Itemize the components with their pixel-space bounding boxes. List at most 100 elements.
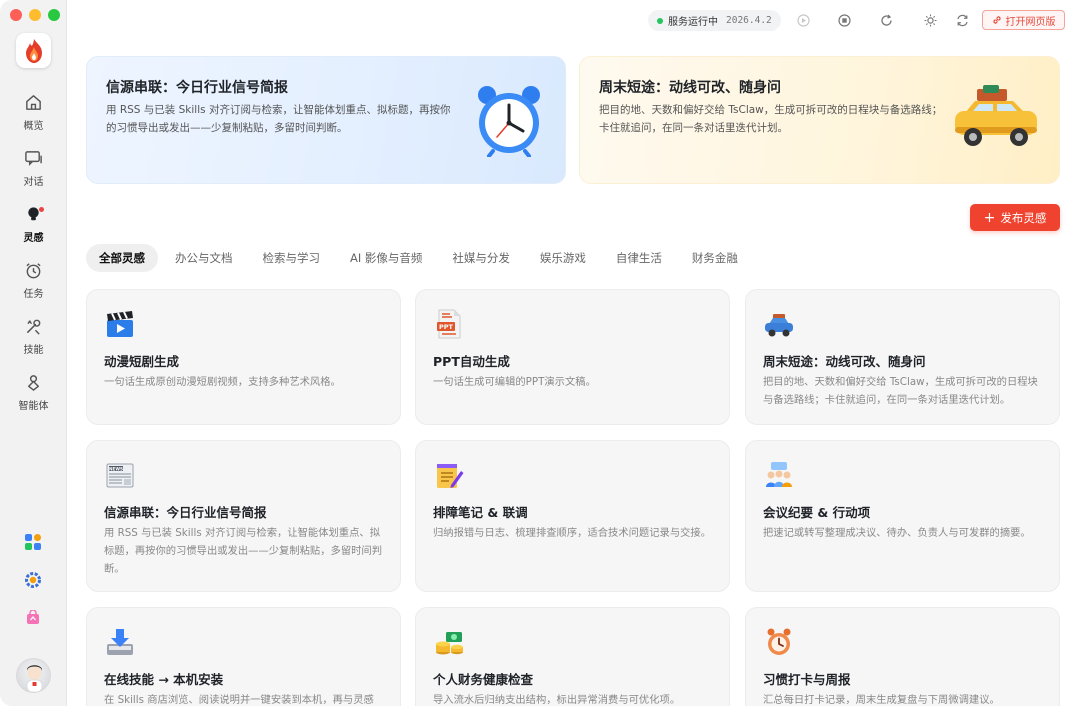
sidebar: 概览 对话 灵感 任务 技能 智能体 <box>0 0 67 706</box>
card-title: PPT自动生成 <box>433 354 510 369</box>
newspaper-icon: NEWS <box>106 463 134 488</box>
car-icon <box>765 314 793 337</box>
notepad-pencil-icon <box>437 464 464 488</box>
chat-icon <box>25 151 42 166</box>
tab-ai-media[interactable]: AI 影像与音频 <box>337 244 435 272</box>
alarm-clock-icon <box>767 628 791 655</box>
banner-weekend-trip[interactable]: 周末短途：动线可改、随身问 把目的地、天数和偏好交给 TsClaw，生成可拆可改… <box>579 56 1060 184</box>
publish-inspiration-button[interactable]: + 发布灵感 <box>970 204 1060 231</box>
tab-all[interactable]: 全部灵感 <box>86 244 158 272</box>
pause-icon[interactable] <box>836 12 852 28</box>
svg-text:NEWS: NEWS <box>109 466 123 471</box>
tab-office-docs[interactable]: 办公与文档 <box>162 244 246 272</box>
link-icon <box>992 16 1001 24</box>
service-status-badge: 服务运行中 2026.4.2 <box>648 10 781 31</box>
tab-lifestyle[interactable]: 自律生活 <box>603 244 675 272</box>
card-description: 一句话生成原创动漫短剧视频，支持多种艺术风格。 <box>104 376 341 388</box>
publish-label: 发布灵感 <box>1000 210 1047 225</box>
alarm-clock-icon <box>478 86 540 157</box>
clock-icon <box>26 263 41 279</box>
card-description: 把速记或转写整理成决议、待办、负责人与可发群的摘要。 <box>763 527 1031 539</box>
sidebar-item-label: 任务 <box>23 289 44 300</box>
card-title: 个人财务健康检查 <box>433 672 534 687</box>
agent-icon <box>28 375 39 391</box>
card-description: 一句话生成可编辑的PPT演示文稿。 <box>433 376 596 388</box>
sidebar-item-chat[interactable]: 对话 <box>0 149 67 201</box>
tools-icon <box>27 319 41 335</box>
banner-title: 周末短途：动线可改、随身问 <box>599 80 781 96</box>
version-label: 2026.4.2 <box>726 15 772 26</box>
card-skill-install[interactable]: 在线技能 → 本机安装 在 Skills 商店浏览、阅读说明并一键安装到本机，再… <box>86 607 401 706</box>
home-icon <box>26 95 41 110</box>
open-web-button[interactable]: 打开网页版 <box>982 10 1065 30</box>
sync-icon[interactable] <box>954 12 970 28</box>
apps-grid-icon[interactable] <box>23 532 43 552</box>
card-ppt-generation[interactable]: PPT PPT自动生成 一句话生成可编辑的PPT演示文稿。 <box>415 289 730 425</box>
close-window-button[interactable] <box>10 9 22 21</box>
card-title: 动漫短剧生成 <box>104 354 180 369</box>
sidebar-item-skills[interactable]: 技能 <box>0 317 67 369</box>
open-web-label: 打开网页版 <box>1005 16 1056 28</box>
zoom-window-button[interactable] <box>48 9 60 21</box>
tab-social[interactable]: 社媒与分发 <box>439 244 523 272</box>
avatar-illustration-icon <box>26 665 43 692</box>
sidebar-item-label: 技能 <box>23 345 44 356</box>
sidebar-item-agents[interactable]: 智能体 <box>0 373 67 425</box>
ppt-file-icon: PPT <box>437 309 461 339</box>
theme-sun-icon[interactable] <box>922 12 938 28</box>
sidebar-item-label: 概览 <box>23 121 44 132</box>
card-title: 会议纪要 & 行动项 <box>763 505 871 520</box>
store-bag-icon[interactable] <box>23 608 43 628</box>
notification-dot <box>39 207 44 212</box>
card-title: 周末短途：动线可改、随身问 <box>763 354 926 369</box>
card-description: 用 RSS 与已装 Skills 对齐订阅与检索，让智能体划重点、拟标题，再按你… <box>104 527 383 575</box>
flame-logo-icon <box>25 38 42 63</box>
banner-description: 把目的地、天数和偏好交给 TsClaw，生成可拆可改的日程块与备选路线；卡住就追… <box>599 104 943 134</box>
app-window: 概览 对话 灵感 任务 技能 智能体 服务运行中 2026.4.2 打开网页版 … <box>0 0 1080 706</box>
sidebar-item-inspiration[interactable]: 灵感 <box>0 205 67 257</box>
meeting-people-icon <box>766 462 792 487</box>
tab-entertainment[interactable]: 娱乐游戏 <box>527 244 599 272</box>
svg-text:PPT: PPT <box>439 323 454 331</box>
card-title: 排障笔记 & 联调 <box>433 505 528 520</box>
category-tabs: 全部灵感 办公与文档 检索与学习 AI 影像与音频 社媒与分发 娱乐游戏 自律生… <box>86 244 755 272</box>
clapperboard-icon <box>107 311 133 337</box>
status-text: 服务运行中 <box>668 17 718 28</box>
card-description: 汇总每日打卡记录，周末生成复盘与下周微调建议。 <box>763 694 1000 706</box>
sidebar-item-label: 对话 <box>23 177 44 188</box>
sidebar-item-label: 智能体 <box>18 401 49 412</box>
top-toolbar: 服务运行中 2026.4.2 打开网页版 <box>67 0 1080 40</box>
tab-search-learning[interactable]: 检索与学习 <box>250 244 334 272</box>
money-coins-icon <box>436 632 463 655</box>
card-habit-tracking[interactable]: 习惯打卡与周报 汇总每日打卡记录，周末生成复盘与下周微调建议。 <box>745 607 1060 706</box>
banner-description: 用 RSS 与已装 Skills 对齐订阅与检索，让智能体划重点、拟标题，再按你… <box>106 104 451 134</box>
sidebar-item-overview[interactable]: 概览 <box>0 93 67 145</box>
download-tray-icon <box>107 629 133 655</box>
refresh-icon[interactable] <box>878 12 894 28</box>
card-weekend-trip[interactable]: 周末短途：动线可改、随身问 把目的地、天数和偏好交给 TsClaw，生成可拆可改… <box>745 289 1060 425</box>
card-meeting-minutes[interactable]: 会议纪要 & 行动项 把速记或转写整理成决议、待办、负责人与可发群的摘要。 <box>745 440 1060 592</box>
card-description: 归纳报错与日志、梳理排查顺序，适合技术问题记录与交接。 <box>433 527 712 539</box>
banner-news-briefing[interactable]: 信源串联：今日行业信号简报 用 RSS 与已装 Skills 对齐订阅与检索，让… <box>86 56 566 184</box>
app-logo[interactable] <box>16 33 51 68</box>
stop-icon[interactable] <box>795 12 811 28</box>
car-with-luggage-icon <box>955 85 1037 146</box>
user-avatar[interactable] <box>16 658 51 693</box>
sidebar-item-label: 灵感 <box>23 233 44 244</box>
card-finance-check[interactable]: 个人财务健康检查 导入流水后归纳支出结构，标出异常消费与可优化项。 <box>415 607 730 706</box>
plus-icon: + <box>983 209 996 226</box>
card-news-briefing[interactable]: NEWS 信源串联：今日行业信号简报 用 RSS 与已装 Skills 对齐订阅… <box>86 440 401 592</box>
card-troubleshoot-notes[interactable]: 排障笔记 & 联调 归纳报错与日志、梳理排查顺序，适合技术问题记录与交接。 <box>415 440 730 592</box>
card-title: 在线技能 → 本机安装 <box>104 672 224 687</box>
tab-finance[interactable]: 财务金融 <box>679 244 751 272</box>
card-title: 习惯打卡与周报 <box>763 672 851 687</box>
minimize-window-button[interactable] <box>29 9 41 21</box>
banner-title: 信源串联：今日行业信号简报 <box>106 80 288 96</box>
window-controls <box>10 9 60 21</box>
status-online-icon <box>657 17 663 24</box>
sidebar-item-tasks[interactable]: 任务 <box>0 261 67 313</box>
settings-gear-icon[interactable] <box>23 570 43 590</box>
card-anime-drama[interactable]: 动漫短剧生成 一句话生成原创动漫短剧视频，支持多种艺术风格。 <box>86 289 401 425</box>
card-title: 信源串联：今日行业信号简报 <box>104 505 267 520</box>
card-description: 在 Skills 商店浏览、阅读说明并一键安装到本机，再与灵感 <box>104 694 374 706</box>
